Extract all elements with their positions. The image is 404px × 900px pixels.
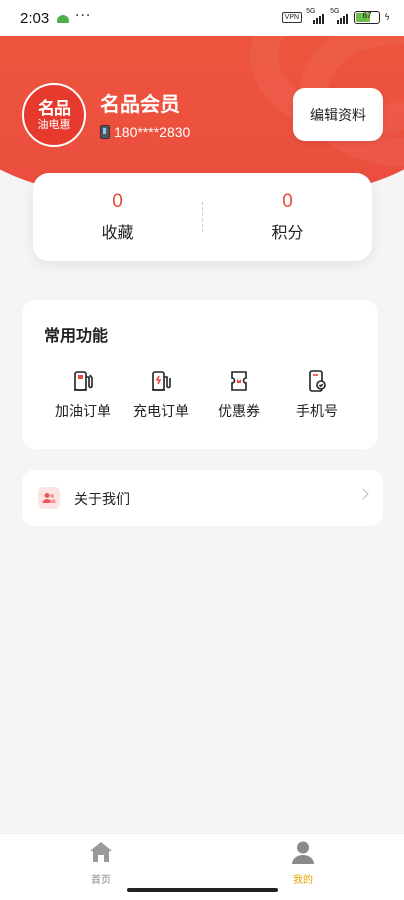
more-notifications-icon: ··· (75, 8, 92, 24)
status-bar: 2:03 ··· VPN 5G 5G 67 ϟ (0, 0, 404, 36)
coupons-label: 优惠券 (218, 404, 260, 420)
status-time: 2:03 (20, 10, 50, 27)
battery-icon: 67 (354, 11, 381, 24)
phone-number: 180****2830 (114, 124, 191, 140)
nav-home-label: 首页 (91, 875, 111, 886)
stats-card: 0 收藏 0 积分 (33, 173, 372, 261)
stat-favorites[interactable]: 0 收藏 (33, 191, 202, 243)
signal-icon: 5G (306, 8, 326, 24)
avatar[interactable]: 名品 油电惠 (22, 83, 86, 147)
signal-icon-2: 5G (330, 8, 350, 24)
charging-orders-button[interactable]: 充电订单 (121, 369, 201, 421)
common-functions-card: 常用功能 加油订单 充电订单 优惠券 手机号 (22, 300, 378, 449)
gesture-home-bar[interactable] (127, 888, 278, 892)
points-label: 积分 (271, 223, 304, 242)
avatar-logo-subtext: 油电惠 (37, 117, 71, 131)
avatar-logo-text: 名品 (38, 98, 71, 119)
charging-orders-label: 充电订单 (133, 404, 189, 420)
charging-pile-icon (150, 369, 172, 393)
fuel-orders-button[interactable]: 加油订单 (43, 369, 123, 421)
coupon-icon (228, 369, 250, 393)
about-us-row[interactable]: 关于我们 (22, 470, 383, 526)
charging-bolt-icon: ϟ (384, 12, 390, 23)
favorites-count: 0 (112, 191, 123, 212)
vpn-badge: VPN (281, 12, 303, 23)
phone-row: 180****2830 (100, 124, 190, 140)
fuel-orders-label: 加油订单 (55, 404, 111, 420)
chevron-right-icon (357, 488, 369, 500)
nav-home[interactable]: 首页 (71, 840, 131, 886)
stat-points[interactable]: 0 积分 (203, 191, 372, 243)
phone-number-label: 手机号 (296, 404, 338, 420)
phone-check-icon (306, 369, 328, 393)
coupons-button[interactable]: 优惠券 (199, 369, 279, 421)
member-name: 名品会员 (100, 92, 180, 116)
fuel-pump-icon (72, 369, 94, 393)
edit-profile-button[interactable]: 编辑资料 (293, 88, 383, 141)
about-us-label: 关于我们 (74, 492, 130, 508)
user-icon (290, 840, 316, 868)
nav-mine-label: 我的 (293, 875, 313, 886)
phone-number-button[interactable]: 手机号 (277, 369, 357, 421)
nav-mine[interactable]: 我的 (273, 840, 333, 886)
functions-title: 常用功能 (44, 326, 109, 345)
home-icon (88, 840, 114, 868)
mobile-phone-icon (100, 125, 110, 139)
status-indicators: VPN 5G 5G 67 ϟ (281, 8, 390, 24)
battery-percent: 67 (362, 11, 372, 20)
favorites-label: 收藏 (101, 223, 134, 242)
users-icon (38, 487, 60, 509)
points-count: 0 (282, 191, 293, 212)
android-notification-icon (57, 15, 69, 23)
